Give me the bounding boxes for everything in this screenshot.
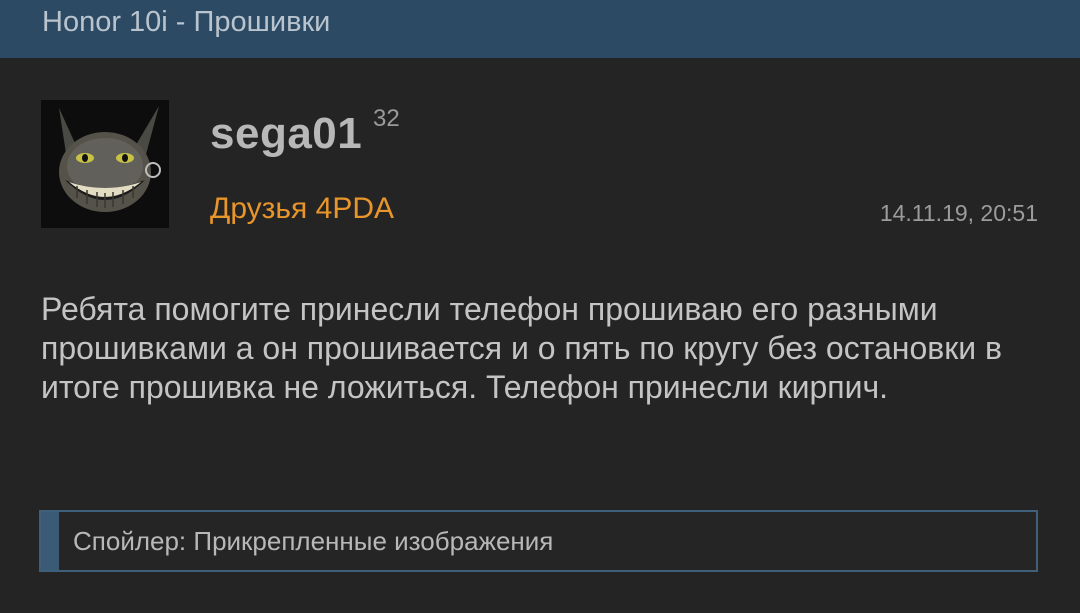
post-body: Ребята помогите принесли телефон прошива… — [41, 291, 1003, 405]
grinning-cat-avatar-icon — [41, 100, 169, 228]
reputation-count[interactable]: 32 — [373, 104, 400, 134]
spoiler-accent-bar — [41, 512, 59, 570]
spoiler-attached-images[interactable]: Спойлер: Прикрепленные изображения — [39, 510, 1038, 572]
post-timestamp: 14.11.19, 20:51 — [879, 200, 1038, 226]
username[interactable]: sega01 — [210, 106, 362, 162]
top-bar: Honor 10i - Прошивки — [0, 0, 1080, 58]
user-group: Друзья 4PDA — [210, 192, 394, 225]
topic-title[interactable]: Honor 10i - Прошивки — [42, 4, 330, 40]
avatar[interactable] — [41, 100, 169, 228]
spoiler-label: Спойлер: Прикрепленные изображения — [73, 526, 554, 556]
